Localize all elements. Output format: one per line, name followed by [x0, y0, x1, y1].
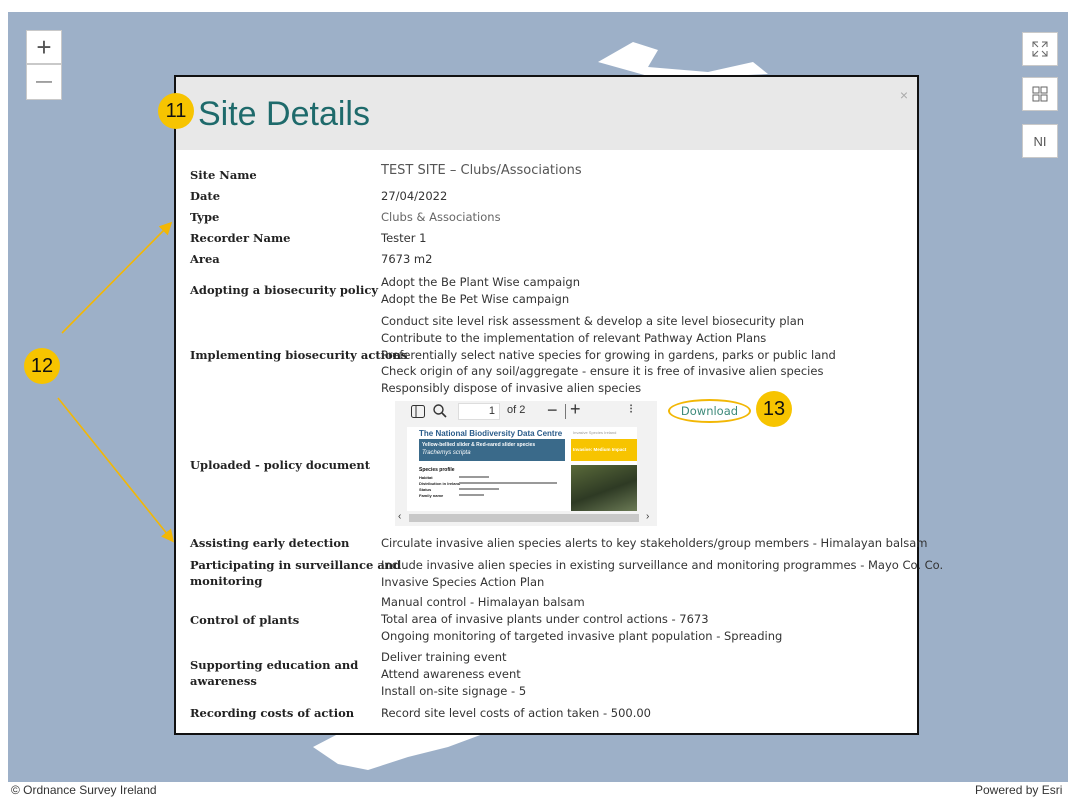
basemap-gallery-button[interactable]: [1022, 77, 1058, 111]
value-adopting-policy: Adopt the Be Plant Wise campaign Adopt t…: [381, 274, 580, 308]
profile-text-lines: [459, 476, 559, 496]
label-line: monitoring: [190, 574, 263, 588]
doc-header: The National Biodiversity Data Centre: [419, 429, 563, 438]
annotation-badge-13: 13: [756, 391, 792, 427]
download-link[interactable]: Download: [668, 399, 751, 423]
zoom-out-label: —: [36, 73, 52, 90]
value-early-detection: Circulate invasive alien species alerts …: [381, 536, 928, 550]
fullscreen-button[interactable]: [1022, 32, 1058, 66]
value-area: 7673 m2: [381, 252, 433, 266]
expand-icon: [1032, 41, 1048, 57]
zoom-in-label: +: [36, 31, 52, 62]
label-area: Area: [190, 252, 220, 266]
list-item: Contribute to the implementation of rele…: [381, 330, 767, 345]
site-details-modal: Site Details × Site Name TEST SITE – Clu…: [174, 75, 943, 735]
profile-key: Family name: [419, 493, 444, 498]
value-date: 27/04/2022: [381, 189, 448, 203]
toolbar-divider: [565, 404, 566, 419]
zoom-in-button[interactable]: +: [26, 30, 62, 64]
zoom-out-button[interactable]: —: [26, 64, 62, 100]
ni-label: NI: [1033, 133, 1047, 149]
label-site-name: Site Name: [190, 168, 257, 182]
profile-keys: Habitat Distribution in Ireland Status F…: [419, 475, 460, 499]
impact-label: Invasive: Medium Impact: [573, 447, 627, 452]
page-number-value: 1: [488, 405, 495, 417]
list-item: Install on-site signage - 5: [381, 683, 527, 698]
label-control-plants: Control of plants: [190, 613, 300, 627]
ni-button[interactable]: NI: [1022, 124, 1058, 158]
modal-header: Site Details ×: [176, 77, 917, 150]
list-item: Adopt the Be Pet Wise campaign: [381, 291, 570, 306]
more-options-icon[interactable]: ⁝: [629, 401, 633, 417]
label-type: Type: [190, 210, 220, 224]
value-recorder-name: Tester 1: [381, 231, 427, 245]
list-item: Adopt the Be Plant Wise campaign: [381, 275, 580, 289]
doc-header-right: Invasive Species Ireland: [573, 430, 617, 435]
label-line: Participating in surveillance and: [190, 558, 402, 572]
label-line: Supporting education and: [190, 658, 359, 672]
species-title: Yellow-bellied slider & Red-eared slider…: [422, 442, 536, 448]
label-surveillance: Participating in surveillance and monito…: [190, 557, 401, 589]
species-latin: Trachemys scripta: [422, 450, 471, 456]
value-recording-costs: Record site level costs of action taken …: [381, 706, 651, 720]
label-education: Supporting education and awareness: [190, 657, 358, 689]
list-item: Conduct site level risk assessment & dev…: [381, 314, 805, 328]
list-item: Include invasive alien species in existi…: [381, 558, 944, 572]
list-item: Check origin of any soil/aggregate - ens…: [381, 364, 824, 379]
list-item: Deliver training event: [381, 650, 507, 664]
impact-banner: Invasive: Medium Impact: [571, 439, 637, 461]
list-item: Ongoing monitoring of targeted invasive …: [381, 628, 783, 643]
value-type: Clubs & Associations: [381, 210, 501, 224]
label-line: awareness: [190, 674, 257, 688]
pdf-page-preview: The National Biodiversity Data Centre In…: [407, 427, 637, 511]
search-icon[interactable]: [433, 404, 447, 418]
label-adopting-policy: Adopting a biosecurity policy: [190, 283, 379, 297]
pdf-toolbar: 1 of 2 − + ⁝: [395, 399, 657, 423]
scroll-left-icon[interactable]: ‹: [398, 511, 401, 522]
value-implementing-actions: Conduct site level risk assessment & dev…: [381, 313, 836, 397]
value-control-plants: Manual control - Himalayan balsam Total …: [381, 594, 782, 644]
page-number-input[interactable]: 1: [458, 403, 500, 420]
value-site-name: TEST SITE – Clubs/Associations: [381, 163, 582, 178]
grid-icon: [1032, 86, 1048, 102]
close-icon[interactable]: ×: [900, 87, 908, 103]
scroll-thumb[interactable]: [409, 514, 639, 522]
zoom-out-icon[interactable]: −: [547, 400, 558, 421]
species-banner: Yellow-bellied slider & Red-eared slider…: [419, 439, 565, 461]
label-implementing-actions: Implementing biosecurity actions: [190, 348, 408, 362]
value-surveillance: Include invasive alien species in existi…: [381, 557, 943, 591]
label-recording-costs: Recording costs of action: [190, 706, 355, 720]
map-attribution: © Ordnance Survey Ireland: [11, 782, 157, 798]
zoom-in-icon[interactable]: +: [570, 399, 581, 420]
list-item: Attend awareness event: [381, 666, 521, 681]
powered-by: Powered by Esri: [975, 782, 1068, 798]
label-date: Date: [190, 189, 221, 203]
label-uploaded-document: Uploaded - policy document: [190, 458, 371, 472]
sidebar-toggle-icon[interactable]: [411, 405, 425, 418]
list-item: Invasive Species Action Plan: [381, 574, 545, 589]
pdf-horizontal-scrollbar[interactable]: ‹ ›: [395, 511, 657, 525]
annotation-badge-12: 12: [24, 348, 60, 384]
profile-heading: Species profile: [419, 467, 455, 473]
list-item: Total area of invasive plants under cont…: [381, 611, 709, 626]
label-early-detection: Assisting early detection: [190, 536, 350, 550]
list-item: Preferentially select native species for…: [381, 347, 836, 362]
label-recorder-name: Recorder Name: [190, 231, 291, 245]
pdf-viewer[interactable]: 1 of 2 − + ⁝ The National Biodiversity D…: [395, 399, 657, 526]
scroll-right-icon[interactable]: ›: [646, 511, 649, 522]
annotation-badge-11: 11: [158, 93, 194, 129]
value-education: Deliver training event Attend awareness …: [381, 649, 526, 699]
modal-title: Site Details: [198, 95, 370, 133]
list-item: Manual control - Himalayan balsam: [381, 595, 585, 609]
page-count: of 2: [507, 404, 526, 416]
species-photo: [571, 465, 637, 511]
